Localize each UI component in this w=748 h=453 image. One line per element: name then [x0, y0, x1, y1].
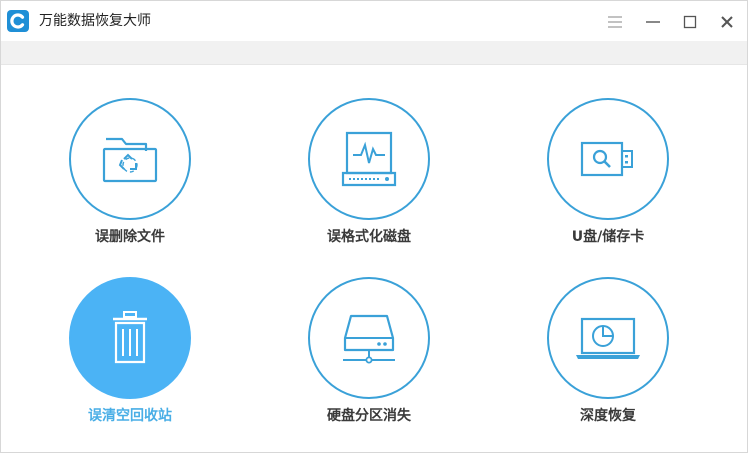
menu-icon [608, 16, 622, 28]
tile-circle [547, 98, 669, 220]
usb-drive-icon [580, 141, 633, 177]
deep-recovery-button[interactable]: 深度恢复 [528, 277, 688, 447]
tile-label: 误删除文件 [95, 229, 165, 245]
maximize-icon [683, 15, 697, 29]
tile-label: 误格式化磁盘 [327, 229, 411, 245]
recover-lost-partition-button[interactable]: 硬盘分区消失 [289, 277, 449, 447]
trash-bin-icon [113, 311, 147, 364]
recover-formatted-disk-button[interactable]: 误格式化磁盘 [289, 98, 449, 268]
tile-circle [547, 277, 669, 399]
disk-waveform-icon [341, 131, 397, 187]
menu-button[interactable] [604, 11, 626, 33]
tile-circle [308, 98, 430, 220]
app-logo-icon [7, 10, 29, 32]
tile-label: 硬盘分区消失 [327, 408, 411, 424]
maximize-button[interactable] [679, 11, 701, 33]
app-window: 万能数据恢复大师 误删除文件 误格式化磁盘 U盘/储存卡 误清空回收站 硬盘分区… [0, 0, 748, 453]
minimize-button[interactable] [642, 11, 664, 33]
tile-circle [69, 98, 191, 220]
recover-recycle-bin-button[interactable]: 误清空回收站 [50, 277, 210, 447]
hard-drive-network-icon [343, 314, 395, 364]
header-band [1, 41, 747, 65]
tile-label: U盘/储存卡 [571, 229, 645, 245]
title-bar: 万能数据恢复大师 [1, 1, 747, 41]
tile-label: 误清空回收站 [88, 408, 172, 424]
folder-recycle-icon [102, 137, 158, 183]
recover-usb-card-button[interactable]: U盘/储存卡 [528, 98, 688, 268]
close-icon [721, 16, 733, 28]
minimize-icon [646, 21, 660, 23]
close-button[interactable] [716, 11, 738, 33]
laptop-scan-icon [576, 317, 640, 359]
recover-deleted-files-button[interactable]: 误删除文件 [50, 98, 210, 268]
tile-label: 深度恢复 [580, 408, 636, 424]
tile-circle [69, 277, 191, 399]
tile-circle [308, 277, 430, 399]
window-title: 万能数据恢复大师 [39, 13, 151, 29]
